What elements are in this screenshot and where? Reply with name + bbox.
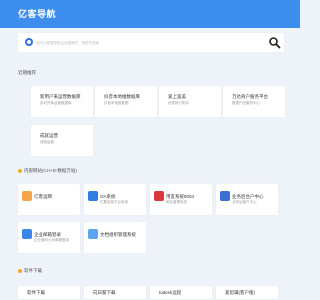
site-logo-icon [88, 229, 98, 239]
recommend-card[interactable]: 抖音本地推数据库 抖音本地推数据 [95, 86, 157, 117]
download-card[interactable]: 爱剪辑(客户版) [216, 286, 278, 299]
internal-site-card[interactable]: 文档组织管理系统 [84, 222, 146, 253]
search-icon[interactable] [267, 35, 282, 50]
bullet-dot-icon [18, 268, 22, 273]
site-logo-icon [220, 191, 230, 201]
download-card[interactable]: 向日葵下载 [84, 286, 146, 299]
section-title-recommend: 近期推荐 [18, 70, 36, 75]
site-title[interactable]: 亿客导航 [18, 7, 56, 20]
search-bar [18, 33, 284, 52]
recommend-card[interactable]: 新用户来运营数据库 实时开库运营数据库 [31, 86, 93, 117]
site-logo-icon [22, 229, 32, 239]
section-title-internal: 内部网站(CH+D-数据万站) [18, 168, 77, 174]
section-title-downloads: 软件下载 [18, 268, 42, 274]
site-logo-icon [22, 191, 32, 201]
internal-site-card[interactable]: 亿客运网 [18, 184, 80, 215]
top-header: 亿客导航 [0, 0, 300, 28]
download-card[interactable]: todesk远程 [150, 286, 212, 299]
site-logo-icon [88, 191, 98, 201]
internal-site-card[interactable]: OA系统 亿要信息平台系统 [84, 184, 146, 215]
recommend-card[interactable]: 爱上鉴美 优秀修订助手 [159, 86, 221, 117]
internal-site-card[interactable]: 企业邮箱登录 企业通讯公司邮箱登录 [18, 222, 80, 253]
baidu-logo-icon [25, 38, 33, 46]
bullet-dot-icon [18, 168, 22, 173]
internal-site-card[interactable]: 用友系统8004 用友管理系统 [150, 184, 212, 215]
recommend-card[interactable]: 成就运营 成就运营 [31, 125, 93, 156]
search-input[interactable] [36, 33, 266, 52]
download-card[interactable]: 软件下载 [18, 286, 80, 299]
recommend-card[interactable]: 万达商户服务平台 数据产品服务中心 [223, 86, 285, 117]
internal-site-card[interactable]: 业务后台户中心 业务运营户中心 [216, 184, 278, 215]
site-logo-icon [154, 191, 164, 201]
